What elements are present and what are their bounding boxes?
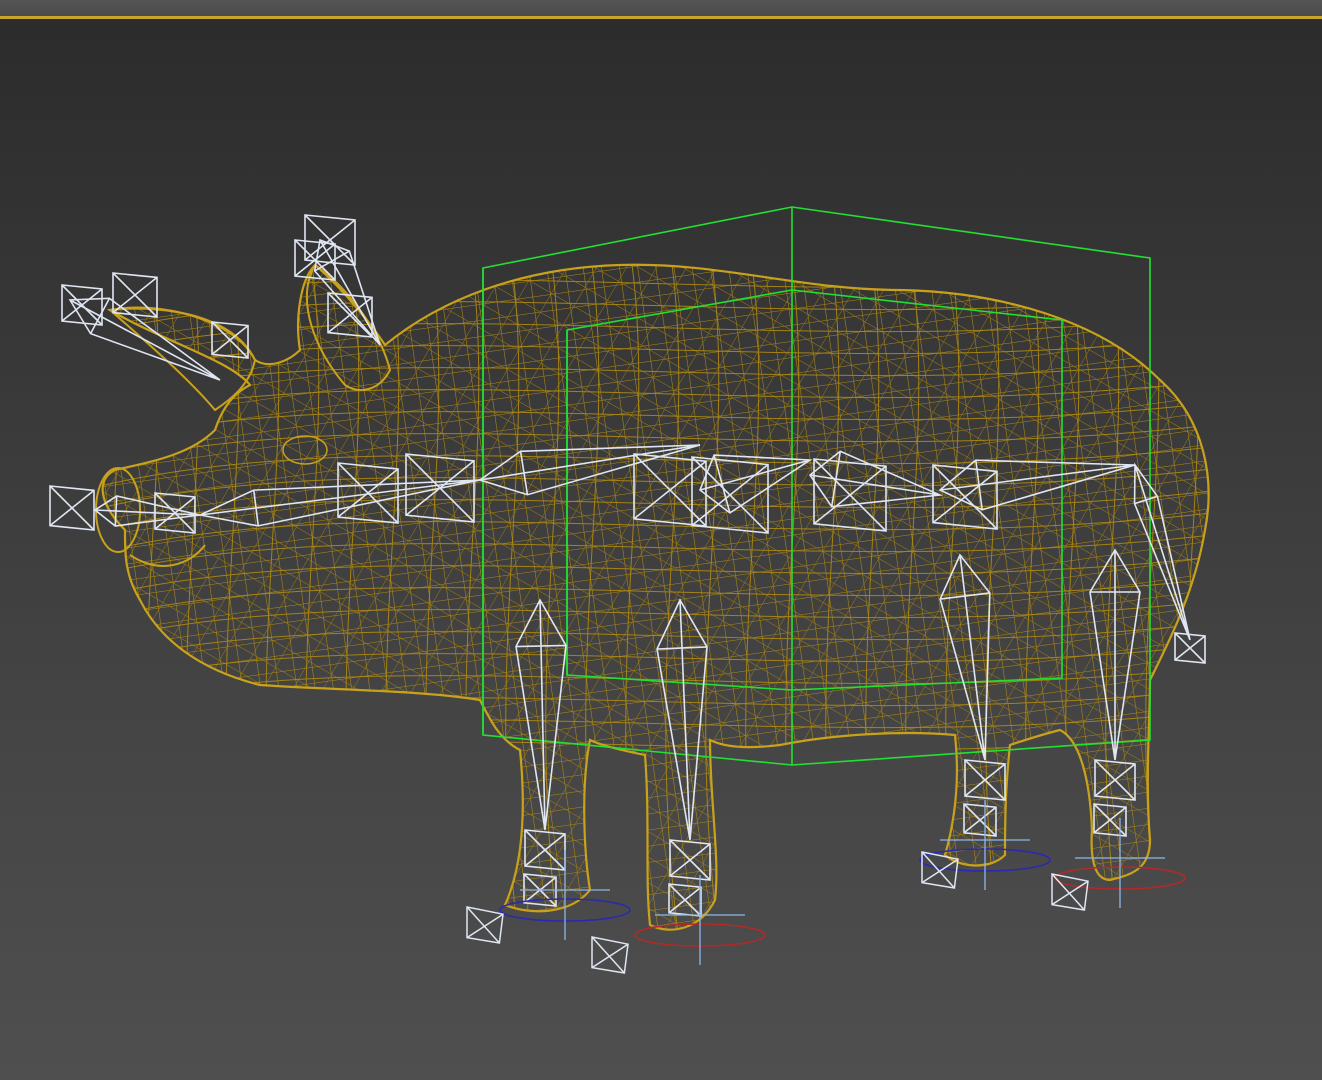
3d-viewport[interactable] xyxy=(0,0,1322,1080)
pig-rig-scene[interactable] xyxy=(0,0,1322,1080)
foot-ring[interactable] xyxy=(919,800,1051,890)
pig-mesh-icon[interactable] xyxy=(0,0,1322,1080)
bone-box[interactable] xyxy=(49,485,95,531)
